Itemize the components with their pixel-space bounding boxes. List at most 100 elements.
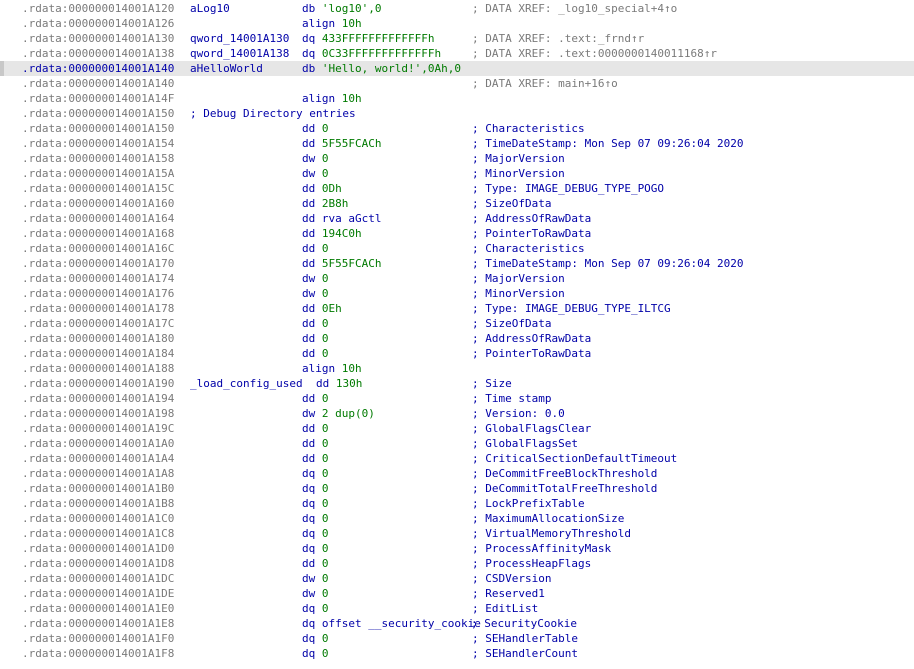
- instruction[interactable]: dd 0: [302, 346, 329, 361]
- operand[interactable]: 0: [322, 167, 329, 180]
- instruction[interactable]: db 'Hello, world!',0Ah,0: [302, 61, 461, 76]
- label[interactable]: qword_14001A130: [190, 31, 289, 46]
- operand[interactable]: 0Dh: [322, 182, 342, 195]
- operand[interactable]: 0: [322, 572, 329, 585]
- instruction[interactable]: dd 0: [302, 121, 329, 136]
- operand[interactable]: 5F55FCACh: [322, 257, 382, 270]
- operand[interactable]: 0: [322, 347, 329, 360]
- address[interactable]: .rdata:000000014001A190: [22, 376, 174, 391]
- operand[interactable]: 130h: [336, 377, 363, 390]
- listing-line[interactable]: .rdata:000000014001A1F0 dq 0 ; SEHandlerTa…: [0, 631, 914, 646]
- address[interactable]: .rdata:000000014001A1A8: [22, 466, 174, 481]
- listing-line[interactable]: .rdata:000000014001A17C dd 0 ; SizeOfData: [0, 316, 914, 331]
- instruction[interactable]: dq 0: [302, 511, 329, 526]
- operand[interactable]: 0C33FFFFFFFFFFFFFh: [322, 47, 441, 60]
- listing-line[interactable]: .rdata:000000014001A1F8 dq 0 ; SEHandlerCo…: [0, 646, 914, 661]
- instruction[interactable]: dq 0: [302, 526, 329, 541]
- operand[interactable]: 0: [322, 122, 329, 135]
- instruction[interactable]: dd 0: [302, 436, 329, 451]
- listing-line[interactable]: .rdata:000000014001A126 align 10h: [0, 16, 914, 31]
- operand[interactable]: 0: [322, 272, 329, 285]
- operand[interactable]: rva aGctl: [322, 212, 382, 225]
- label[interactable]: _load_config_used: [190, 376, 303, 391]
- operand[interactable]: 0: [322, 647, 329, 660]
- listing-line[interactable]: .rdata:000000014001A184 dd 0 ; PointerToRa…: [0, 346, 914, 361]
- address[interactable]: .rdata:000000014001A120: [22, 1, 174, 16]
- operand[interactable]: 0: [322, 542, 329, 555]
- operand[interactable]: 0: [322, 527, 329, 540]
- instruction[interactable]: dq 0: [302, 646, 329, 661]
- address[interactable]: .rdata:000000014001A16C: [22, 241, 174, 256]
- operand[interactable]: 0: [322, 437, 329, 450]
- listing-line[interactable]: .rdata:000000014001A174 dw 0 ; MajorVersio…: [0, 271, 914, 286]
- instruction[interactable]: dd 2B8h: [302, 196, 348, 211]
- instruction[interactable]: dd 0: [302, 421, 329, 436]
- listing-line[interactable]: .rdata:000000014001A1E8 dq offset __secur…: [0, 616, 914, 631]
- listing-line[interactable]: .rdata:000000014001A1A8 dq 0 ; DeCommitFre…: [0, 466, 914, 481]
- listing-line[interactable]: .rdata:000000014001A1A4 dd 0 ; CriticalSec…: [0, 451, 914, 466]
- listing-line[interactable]: .rdata:000000014001A16C dd 0 ; Characteris…: [0, 241, 914, 256]
- instruction[interactable]: dq 0: [302, 631, 329, 646]
- operand[interactable]: 0: [322, 632, 329, 645]
- listing-line[interactable]: .rdata:000000014001A188 align 10h: [0, 361, 914, 376]
- instruction[interactable]: dw 0: [302, 151, 329, 166]
- instruction[interactable]: dw 0: [302, 271, 329, 286]
- address[interactable]: .rdata:000000014001A1C0: [22, 511, 174, 526]
- operand[interactable]: 0: [322, 332, 329, 345]
- address[interactable]: .rdata:000000014001A1E0: [22, 601, 174, 616]
- address[interactable]: .rdata:000000014001A150: [22, 106, 174, 121]
- listing-line[interactable]: .rdata:000000014001A158 dw 0 ; MajorVersio…: [0, 151, 914, 166]
- operand[interactable]: 0: [322, 152, 329, 165]
- instruction[interactable]: dd 0Dh: [302, 181, 342, 196]
- address[interactable]: .rdata:000000014001A164: [22, 211, 174, 226]
- listing-line[interactable]: .rdata:000000014001A154 dd 5F55FCACh ; Tim…: [0, 136, 914, 151]
- instruction[interactable]: dd 5F55FCACh: [302, 256, 381, 271]
- address[interactable]: .rdata:000000014001A1B0: [22, 481, 174, 496]
- address[interactable]: .rdata:000000014001A188: [22, 361, 174, 376]
- address[interactable]: .rdata:000000014001A1D8: [22, 556, 174, 571]
- address[interactable]: .rdata:000000014001A1F8: [22, 646, 174, 661]
- operand[interactable]: 0: [322, 242, 329, 255]
- listing-line[interactable]: .rdata:000000014001A14F align 10h: [0, 91, 914, 106]
- operand[interactable]: 0: [322, 317, 329, 330]
- instruction[interactable]: dd 0: [302, 316, 329, 331]
- operand[interactable]: 0: [322, 392, 329, 405]
- operand[interactable]: 0: [322, 287, 329, 300]
- address[interactable]: .rdata:000000014001A180: [22, 331, 174, 346]
- operand[interactable]: 10h: [342, 92, 362, 105]
- listing-line[interactable]: .rdata:000000014001A1E0 dq 0 ; EditList: [0, 601, 914, 616]
- listing-line[interactable]: .rdata:000000014001A178 dd 0Eh ; Type: IMA…: [0, 301, 914, 316]
- operand[interactable]: 0: [322, 482, 329, 495]
- address[interactable]: .rdata:000000014001A140: [22, 76, 174, 91]
- address[interactable]: .rdata:000000014001A1A4: [22, 451, 174, 466]
- label[interactable]: qword_14001A138: [190, 46, 289, 61]
- address[interactable]: .rdata:000000014001A140: [22, 61, 174, 76]
- operand[interactable]: 10h: [342, 362, 362, 375]
- operand[interactable]: 0: [322, 512, 329, 525]
- instruction[interactable]: dw 0: [302, 166, 329, 181]
- operand[interactable]: 'log10',0: [322, 2, 382, 15]
- instruction[interactable]: dd 0: [302, 391, 329, 406]
- operand[interactable]: 'Hello, world!',0Ah,0: [322, 62, 461, 75]
- address[interactable]: .rdata:000000014001A15A: [22, 166, 174, 181]
- address[interactable]: .rdata:000000014001A160: [22, 196, 174, 211]
- instruction[interactable]: dq 0C33FFFFFFFFFFFFFh: [302, 46, 441, 61]
- instruction[interactable]: dd 5F55FCACh: [302, 136, 381, 151]
- address[interactable]: .rdata:000000014001A1D0: [22, 541, 174, 556]
- address[interactable]: .rdata:000000014001A130: [22, 31, 174, 46]
- listing-line[interactable]: .rdata:000000014001A194 dd 0 ; Time stamp: [0, 391, 914, 406]
- instruction[interactable]: dq 0: [302, 541, 329, 556]
- address[interactable]: .rdata:000000014001A176: [22, 286, 174, 301]
- listing-line[interactable]: .rdata:000000014001A1C8 dq 0 ; VirtualMemo…: [0, 526, 914, 541]
- listing-line[interactable]: .rdata:000000014001A1A0 dd 0 ; GlobalFlags…: [0, 436, 914, 451]
- instruction[interactable]: align 10h: [302, 16, 362, 31]
- listing-line[interactable]: .rdata:000000014001A180 dd 0 ; AddressOfRa…: [0, 331, 914, 346]
- operand[interactable]: 0: [322, 467, 329, 480]
- listing-line[interactable]: .rdata:000000014001A164 dd rva aGctl ; Add…: [0, 211, 914, 226]
- listing-line[interactable]: .rdata:000000014001A1D8 dd 0 ; ProcessHeap…: [0, 556, 914, 571]
- listing-line[interactable]: .rdata:000000014001A198 dw 2 dup(0) ; Vers…: [0, 406, 914, 421]
- instruction[interactable]: dq offset __security_cookie: [302, 616, 481, 631]
- instruction[interactable]: db 'log10',0: [302, 1, 381, 16]
- instruction[interactable]: dq 0: [302, 601, 329, 616]
- address[interactable]: .rdata:000000014001A150: [22, 121, 174, 136]
